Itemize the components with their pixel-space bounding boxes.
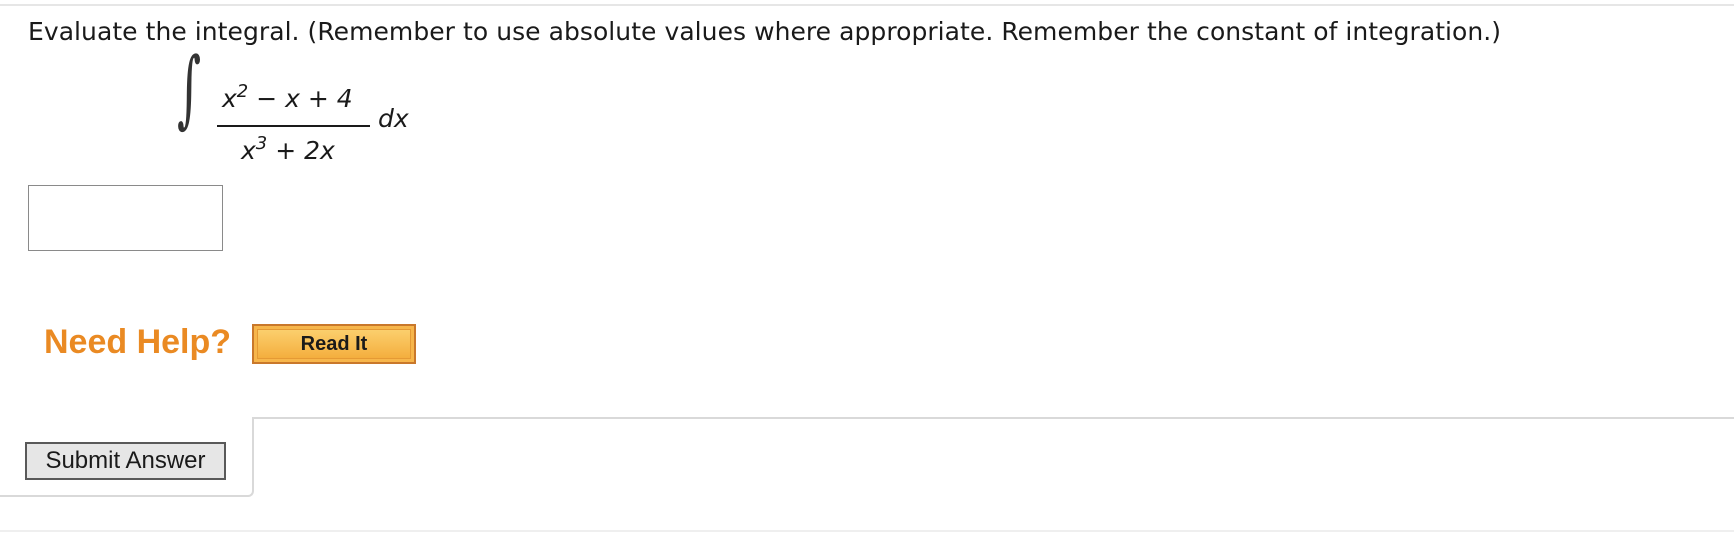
denominator-base: x <box>241 136 256 165</box>
read-it-label: Read It <box>257 329 411 359</box>
numerator-base: x <box>222 84 237 113</box>
top-divider <box>0 4 1734 6</box>
denominator-exponent: 3 <box>255 133 268 154</box>
submit-answer-button[interactable]: Submit Answer <box>25 442 226 480</box>
numerator-exponent: 2 <box>236 81 249 102</box>
read-it-button[interactable]: Read It <box>252 324 416 364</box>
denominator-rest: + 2x <box>267 136 335 165</box>
bottom-divider <box>0 530 1734 532</box>
fraction-numerator: x2 − x + 4 <box>222 81 353 114</box>
numerator-rest: − x + 4 <box>248 84 353 113</box>
fraction-bar <box>217 125 370 127</box>
question-instructions: Evaluate the integral. (Remember to use … <box>28 17 1502 46</box>
answer-input[interactable] <box>28 185 223 251</box>
submit-panel-divider <box>254 417 1734 419</box>
integral-sign: ∫ <box>177 39 202 137</box>
fraction-denominator: x3 + 2x <box>241 133 335 166</box>
differential: dx <box>378 104 409 133</box>
need-help-label: Need Help? <box>44 323 232 361</box>
